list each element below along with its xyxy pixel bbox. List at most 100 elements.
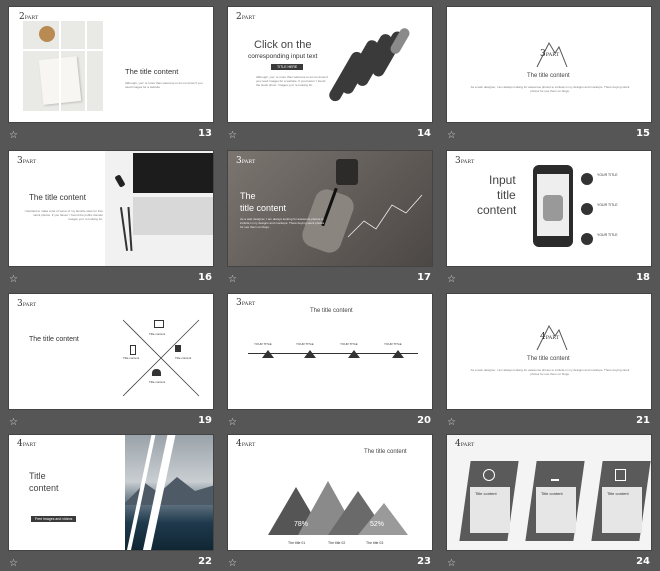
- slide-number: 13: [198, 128, 212, 139]
- slide-number: 18: [636, 272, 650, 283]
- slide-thumb-24[interactable]: 4PART Title content Title content Title …: [446, 434, 652, 571]
- slide-title: Input: [489, 173, 516, 187]
- item-title: YOUR TITLE: [597, 173, 618, 177]
- slide-17[interactable]: 3PART The title content As a web designe…: [227, 150, 433, 267]
- part-tag: 2PART: [19, 12, 39, 22]
- desk-photo: [23, 21, 103, 111]
- percent-label: 78%: [294, 521, 309, 528]
- slide-title-line2: title: [497, 188, 516, 202]
- star-icon[interactable]: ☆: [447, 417, 456, 428]
- star-icon[interactable]: ☆: [9, 558, 18, 569]
- slide-thumb-21[interactable]: 4PART The title content As a web designe…: [446, 293, 652, 430]
- slide-24[interactable]: 4PART Title content Title content Title …: [446, 434, 652, 551]
- diagram-label: Title content: [149, 380, 166, 384]
- slide-number: 24: [636, 556, 650, 567]
- percent-label: 52%: [370, 521, 385, 528]
- slide-thumb-13[interactable]: 2PART The title content Although, you' r…: [8, 6, 214, 143]
- search-icon: [581, 173, 593, 185]
- slide-16[interactable]: 3PART The title content I decided to mak…: [8, 150, 214, 267]
- star-icon[interactable]: ☆: [228, 417, 237, 428]
- slide-18[interactable]: 3PART Input title content YOUR TITLE YOU…: [446, 150, 652, 267]
- star-icon[interactable]: ☆: [447, 274, 456, 285]
- part-tag: 3PART: [236, 298, 256, 308]
- star-icon[interactable]: ☆: [228, 130, 237, 141]
- card-title: Title content: [475, 491, 497, 496]
- slide-20[interactable]: 3PART The title content YOUR TITLE YOUR …: [227, 293, 433, 410]
- part-tag: 3PART: [455, 156, 475, 166]
- triangle-chart: [268, 481, 408, 535]
- slide-number: 15: [636, 128, 650, 139]
- slide-thumb-15[interactable]: 3PART The title content As a web designe…: [446, 6, 652, 143]
- slide-13[interactable]: 2PART The title content Although, you' r…: [8, 6, 214, 123]
- lake-mountain-photo: [125, 435, 213, 550]
- part-tag: 4PART: [455, 439, 475, 449]
- laptop-photo: [105, 151, 213, 266]
- slide-thumb-23[interactable]: 4PART The title content 78% 52% The titl…: [227, 434, 433, 571]
- slide-title: The title content: [310, 308, 353, 314]
- star-icon[interactable]: ☆: [9, 417, 18, 428]
- step-title: YOUR TITLE: [296, 342, 314, 346]
- star-icon[interactable]: ☆: [9, 274, 18, 285]
- chart-label: The title 02: [328, 541, 346, 545]
- part-tag: 4PART: [17, 439, 37, 449]
- slide-number: 23: [417, 556, 431, 567]
- star-icon[interactable]: ☆: [9, 130, 18, 141]
- part-tag: 4PART: [236, 439, 256, 449]
- slide-title: Title: [29, 471, 46, 481]
- step-title: YOUR TITLE: [340, 342, 358, 346]
- slide-number: 19: [198, 415, 212, 426]
- star-icon[interactable]: ☆: [228, 558, 237, 569]
- phone-image: [533, 165, 573, 247]
- part-tag: 3PART: [540, 49, 560, 59]
- star-icon[interactable]: ☆: [447, 130, 456, 141]
- slide-title: The title content: [125, 67, 179, 76]
- slide-15[interactable]: 3PART The title content As a web designe…: [446, 6, 652, 123]
- star-icon[interactable]: ☆: [447, 558, 456, 569]
- title-here-button[interactable]: TITLE HERE: [271, 64, 304, 70]
- slide-body: As a web designer, I am always looking f…: [470, 85, 630, 93]
- star-icon[interactable]: ☆: [228, 274, 237, 285]
- phone-icon: [130, 345, 136, 355]
- slide-number: 16: [198, 272, 212, 283]
- slide-title: The title content: [29, 193, 86, 202]
- slide-number: 21: [636, 415, 650, 426]
- slide-body: Although, you' re more than welcome to l…: [125, 81, 203, 89]
- slide-title: The: [240, 191, 256, 201]
- step-title: YOUR TITLE: [254, 342, 272, 346]
- monitor-icon: [154, 320, 164, 328]
- slide-thumb-22[interactable]: 4PART Title content Free images and vide…: [8, 434, 214, 571]
- slide-thumb-18[interactable]: 3PART Input title content YOUR TITLE YOU…: [446, 150, 652, 287]
- card-title: Title content: [607, 491, 629, 496]
- chart-label: The title 01: [288, 541, 306, 545]
- card-title: Title content: [541, 491, 563, 496]
- slide-21[interactable]: 4PART The title content As a web designe…: [446, 293, 652, 410]
- slide-thumb-14[interactable]: 2PART Click on the corresponding input t…: [227, 6, 433, 143]
- document-icon: [615, 469, 626, 481]
- image-icon: [581, 203, 593, 215]
- slide-body: I decided to make a list of some of my f…: [24, 209, 103, 221]
- slide-title-line2: title content: [240, 203, 287, 213]
- part-tag: 4PART: [540, 332, 560, 342]
- slide-19[interactable]: 3PART The title content Title content Ti…: [8, 293, 214, 410]
- slide-22[interactable]: 4PART Title content Free images and vide…: [8, 434, 214, 551]
- slide-title: The title content: [527, 73, 570, 79]
- free-images-button[interactable]: Free images and videos: [31, 516, 77, 522]
- slide-body: As a web designer, I am always looking f…: [470, 368, 630, 376]
- slide-23[interactable]: 4PART The title content 78% 52% The titl…: [227, 434, 433, 551]
- step-title: YOUR TITLE: [384, 342, 402, 346]
- slide-number: 22: [198, 556, 212, 567]
- chart-label: The title 03: [366, 541, 384, 545]
- bus-icon: [152, 369, 161, 376]
- slide-title-line2: content: [29, 483, 59, 493]
- slide-14[interactable]: 2PART Click on the corresponding input t…: [227, 6, 433, 123]
- slide-title: The title content: [364, 449, 407, 455]
- slide-thumb-17[interactable]: 3PART The title content As a web designe…: [227, 150, 433, 287]
- diagram-label: Title content: [149, 332, 166, 336]
- slide-thumb-19[interactable]: 3PART The title content Title content Ti…: [8, 293, 214, 430]
- slide-number: 14: [417, 128, 431, 139]
- slide-number: 20: [417, 415, 431, 426]
- slide-thumb-16[interactable]: 3PART The title content I decided to mak…: [8, 150, 214, 287]
- slide-thumb-20[interactable]: 3PART The title content YOUR TITLE YOUR …: [227, 293, 433, 430]
- item-title: YOUR TITLE: [597, 203, 618, 207]
- chart-icon: [551, 471, 559, 481]
